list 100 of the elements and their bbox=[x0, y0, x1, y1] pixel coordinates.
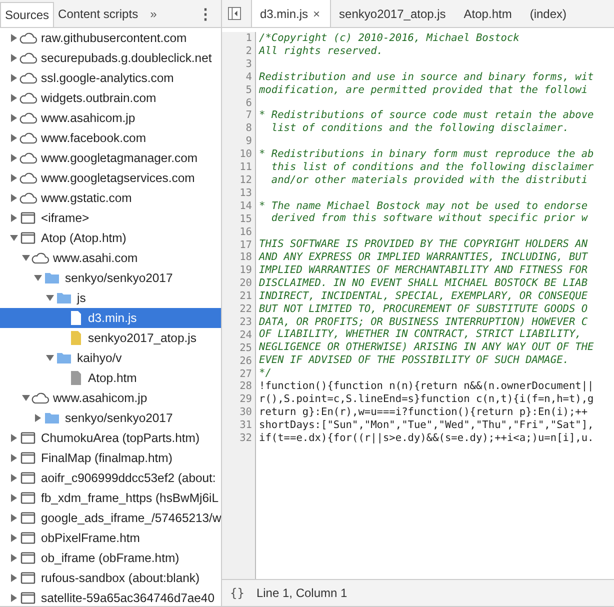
toggle-navigator-icon[interactable] bbox=[228, 7, 241, 20]
tree-item[interactable]: Atop (Atop.htm) bbox=[0, 228, 221, 248]
tree-item[interactable]: d3.min.js bbox=[0, 308, 221, 328]
line-number: 27 bbox=[238, 368, 252, 380]
code-comment: this list of conditions and the following disclaimer bbox=[270, 160, 595, 174]
frame-icon bbox=[19, 532, 37, 544]
line-number: 4 bbox=[244, 70, 252, 84]
more-tabs-button[interactable]: » bbox=[142, 0, 165, 27]
tree-item[interactable]: FinalMap (finalmap.htm) bbox=[0, 448, 221, 468]
code-comment: Redistribution and use in source and binary forms, wit bbox=[259, 70, 595, 84]
tree-item[interactable]: widgets.outbrain.com bbox=[0, 88, 221, 108]
file-tab[interactable]: d3.min.js × bbox=[251, 0, 332, 27]
menu-button[interactable]: ⋮ bbox=[190, 0, 221, 27]
line-number: 25 bbox=[238, 342, 252, 355]
folder-icon bbox=[55, 292, 73, 304]
expand-triangle-icon[interactable] bbox=[10, 434, 18, 442]
line-number: 2 bbox=[244, 44, 252, 58]
tree-item[interactable]: www.asahicom.jp bbox=[0, 108, 221, 128]
tree-item[interactable]: ssl.google-analytics.com bbox=[0, 68, 221, 88]
navigator-tab[interactable]: Sources bbox=[0, 2, 54, 27]
collapse-triangle-icon[interactable] bbox=[22, 394, 30, 402]
frame-icon bbox=[19, 572, 37, 584]
cloud-icon bbox=[31, 392, 49, 404]
file-icon bbox=[70, 311, 82, 325]
code-comment: OF LIABILITY, WHETHER IN CONTRACT, STRICT LIABILITY, bbox=[259, 328, 582, 342]
code-comment: derived from this software without specific prior w bbox=[270, 212, 589, 226]
tree-item[interactable]: Atop.htm bbox=[0, 368, 221, 388]
expand-triangle-icon[interactable] bbox=[10, 134, 18, 142]
line-number: 21 bbox=[238, 290, 252, 304]
expand-triangle-icon[interactable] bbox=[10, 514, 18, 522]
collapse-triangle-icon[interactable] bbox=[46, 294, 54, 302]
expand-triangle-icon[interactable] bbox=[10, 174, 18, 182]
expand-triangle-icon[interactable] bbox=[10, 74, 18, 82]
file-tab[interactable]: Atop.htm bbox=[456, 0, 522, 27]
tree-item[interactable]: satellite-59a65ac364746d7ae40 bbox=[0, 588, 221, 606]
tree-item[interactable]: www.googletagmanager.com bbox=[0, 148, 221, 168]
line-number: 10 bbox=[238, 148, 252, 162]
tree-item[interactable]: www.asahicom.jp bbox=[0, 388, 221, 408]
tree-item[interactable]: www.googletagservices.com bbox=[0, 168, 221, 188]
expand-triangle-icon[interactable] bbox=[10, 154, 18, 162]
code-comment: * The name Michael Bostock may not be used to endorse bbox=[259, 200, 589, 212]
expand-triangle-icon[interactable] bbox=[10, 554, 18, 562]
tree-item[interactable]: js bbox=[0, 288, 221, 308]
navigator-tab[interactable]: Content scripts bbox=[54, 0, 142, 27]
expand-triangle-icon[interactable] bbox=[10, 474, 18, 482]
line-number: 30 bbox=[238, 406, 252, 420]
line-number: 14 bbox=[238, 200, 252, 213]
tree-item[interactable]: ChumokuArea (topParts.htm) bbox=[0, 428, 221, 448]
tree-item[interactable]: www.asahi.com bbox=[0, 248, 221, 268]
folder-icon bbox=[43, 412, 61, 424]
line-number: 19 bbox=[238, 264, 252, 278]
tree-item[interactable]: fb_xdm_frame_https (hsBwMj6iL bbox=[0, 488, 221, 508]
expand-triangle-icon[interactable] bbox=[10, 114, 18, 122]
tree-item[interactable]: rufous-sandbox (about:blank) bbox=[0, 568, 221, 588]
collapse-triangle-icon[interactable] bbox=[46, 354, 54, 362]
code-comment: INDIRECT, INCIDENTAL, SPECIAL, EXEMPLARY, OR CONSEQUE bbox=[259, 290, 589, 303]
collapse-triangle-icon[interactable] bbox=[22, 254, 30, 262]
code-comment: EVEN IF ADVISED OF THE POSSIBILITY OF SUCH DAMAGE. bbox=[259, 354, 570, 368]
expand-triangle-icon[interactable] bbox=[10, 574, 18, 582]
line-number: 28 bbox=[238, 380, 252, 394]
pretty-print-button[interactable]: {} bbox=[222, 586, 256, 600]
tree-item[interactable]: securepubads.g.doubleclick.net bbox=[0, 48, 221, 68]
frame-icon bbox=[19, 232, 37, 244]
tree-item[interactable]: kaihyo/v bbox=[0, 348, 221, 368]
expand-triangle-icon[interactable] bbox=[10, 34, 18, 42]
close-tab-button[interactable]: × bbox=[313, 6, 320, 20]
collapse-triangle-icon[interactable] bbox=[34, 274, 42, 282]
expand-triangle-icon[interactable] bbox=[10, 194, 18, 202]
expand-triangle-icon[interactable] bbox=[10, 494, 18, 502]
file-tab[interactable]: (index) bbox=[522, 0, 577, 27]
tree-item[interactable]: www.facebook.com bbox=[0, 128, 221, 148]
tree-item[interactable]: senkyo/senkyo2017 bbox=[0, 268, 221, 288]
line-number: 20 bbox=[238, 277, 252, 290]
tree-item[interactable]: <iframe> bbox=[0, 208, 221, 228]
tree-item[interactable]: raw.githubusercontent.com bbox=[0, 28, 221, 48]
expand-triangle-icon[interactable] bbox=[10, 454, 18, 462]
expand-triangle-icon[interactable] bbox=[10, 214, 18, 222]
cloud-icon bbox=[19, 72, 37, 84]
tree-item[interactable]: senkyo2017_atop.js bbox=[0, 328, 221, 348]
line-number: 23 bbox=[238, 316, 252, 329]
line-number: 13 bbox=[238, 186, 252, 200]
line-number: 5 bbox=[244, 84, 252, 97]
collapse-triangle-icon[interactable] bbox=[10, 234, 18, 242]
tree-item[interactable]: google_ads_iframe_/57465213/w bbox=[0, 508, 221, 528]
expand-triangle-icon[interactable] bbox=[10, 94, 18, 102]
expand-triangle-icon[interactable] bbox=[10, 534, 18, 542]
tree-item[interactable]: senkyo/senkyo2017 bbox=[0, 408, 221, 428]
code-comment: /*Copyright (c) 2010-2016, Michael Bostock bbox=[259, 32, 520, 45]
cursor-position: Line 1, Column 1 bbox=[256, 586, 348, 600]
frame-icon bbox=[19, 592, 37, 604]
tree-item[interactable]: obPixelFrame.htm bbox=[0, 528, 221, 548]
file-tab[interactable]: senkyo2017_atop.js bbox=[331, 0, 456, 27]
line-number: 22 bbox=[238, 303, 252, 316]
expand-triangle-icon[interactable] bbox=[10, 54, 18, 62]
tree-item[interactable]: www.gstatic.com bbox=[0, 188, 221, 208]
expand-triangle-icon[interactable] bbox=[10, 594, 18, 602]
expand-triangle-icon[interactable] bbox=[34, 414, 42, 422]
tree-item[interactable]: ob_iframe (obFrame.htm) bbox=[0, 548, 221, 568]
frame-icon bbox=[19, 452, 37, 464]
tree-item[interactable]: aoifr_c906999ddcc53ef2 (about: bbox=[0, 468, 221, 488]
